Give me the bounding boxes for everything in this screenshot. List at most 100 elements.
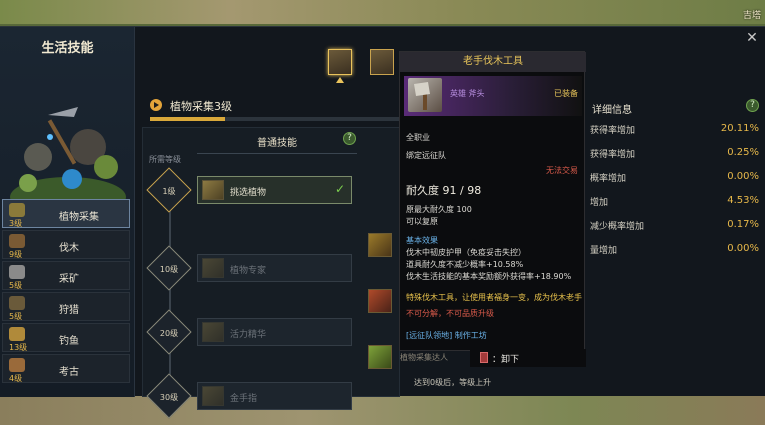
detail-label: 概率增加 [590, 174, 627, 184]
equipped-badge: 已装备 [554, 89, 578, 98]
detail-value: 4.53% [727, 195, 759, 206]
skill-node[interactable]: 活力精华 [197, 318, 352, 346]
skill-icon [202, 258, 224, 278]
hidden-skill-name: 植物采集达人 [400, 353, 448, 362]
skills-sidebar: 生活技能 3级 植物采集 9级 伐木 5级 采矿 5级 狩猎 13级 钓鱼 4级 考古 [0, 27, 135, 397]
unload-hint[interactable]: ：卸下 [470, 349, 586, 367]
hidden-skill-column [364, 227, 394, 397]
trade-status: 无法交易 [546, 166, 578, 175]
skill-node[interactable]: 植物专家 [197, 254, 352, 282]
skill-level: 5级 [9, 281, 23, 290]
sidebar-item-label: 植物采集 [59, 212, 99, 223]
detail-label: 减少概率增加 [590, 222, 645, 232]
detail-value: 0.17% [727, 219, 759, 230]
detail-row: 概率增加 0.00% [584, 167, 765, 189]
detail-title: 详细信息 [592, 105, 632, 116]
skill-node[interactable]: 金手指 [197, 382, 352, 410]
skill-node[interactable]: 挑选植物 ✓ [197, 176, 352, 204]
sidebar-item[interactable]: 5级 狩猎 [2, 292, 130, 321]
detail-label: 获得率增加 [590, 150, 636, 160]
help-icon[interactable]: ? [343, 132, 356, 145]
skill-name: 活力精华 [230, 330, 267, 340]
skill-level: 4级 [9, 374, 23, 383]
level-up-note: 达到0级后，等级上升 [414, 378, 492, 387]
skill-icon[interactable] [368, 233, 392, 257]
shovel-icon [9, 358, 25, 372]
detail-label: 获得率增加 [590, 126, 636, 136]
basic-effect-title: 基本效果 [406, 236, 438, 245]
skill-name: 挑选植物 [230, 188, 267, 198]
effect-line: 道具耐久度不减少概率+10.58% [406, 260, 524, 269]
detail-value: 0.00% [727, 171, 759, 182]
fishing-icon [9, 327, 25, 341]
selected-indicator [336, 77, 344, 83]
sidebar-title: 生活技能 [41, 41, 94, 56]
location-label: 吉塔 [742, 11, 761, 21]
skill-level: 3级 [9, 219, 23, 228]
detail-row: 减少概率增加 0.17% [584, 215, 765, 237]
sidebar-item-label: 伐木 [59, 243, 79, 254]
level-requirement: 1级 [162, 187, 176, 196]
detail-value: 0.00% [727, 243, 759, 254]
section-header: 植物采集3级 [150, 97, 400, 115]
world-bottom-strip [0, 393, 765, 425]
unload-label: ：卸下 [492, 355, 520, 365]
detail-row: 获得率增加 0.25% [584, 143, 765, 165]
life-skills-window: ✕ 生活技能 3级 植物采集 9级 伐木 5级 采矿 5级 狩猎 13级 钓鱼 4级 考古 植物采集3… [0, 26, 765, 419]
play-icon [150, 99, 162, 111]
skill-name: 金手指 [230, 394, 258, 404]
level-requirement: 30级 [159, 393, 179, 402]
max-durability: 原最大耐久度 100 [406, 205, 472, 214]
sidebar-item-label: 钓鱼 [59, 336, 79, 347]
skill-icon[interactable] [368, 289, 392, 313]
xp-progress-fill [150, 117, 225, 121]
sidebar-item-label: 狩猎 [59, 305, 79, 316]
sidebar-item[interactable]: 4级 考古 [2, 354, 130, 383]
skill-level: 13级 [9, 343, 28, 352]
skill-icon [202, 322, 224, 342]
skill-name: 植物专家 [230, 266, 267, 276]
close-icon[interactable]: ✕ [745, 31, 759, 45]
world-top-strip [0, 0, 765, 24]
level-requirement: 10级 [159, 265, 179, 274]
sidebar-item[interactable]: 3级 植物采集 [2, 199, 130, 228]
key-icon [480, 352, 488, 363]
skill-level: 9级 [9, 250, 23, 259]
sidebar-item[interactable]: 9级 伐木 [2, 230, 130, 259]
gathering-artwork [10, 107, 126, 217]
axe-tool-icon[interactable] [370, 49, 394, 75]
sidebar-item[interactable]: 13级 钓鱼 [2, 323, 130, 352]
bind-status: 绑定远征队 [406, 151, 446, 160]
flower-icon [9, 203, 25, 217]
skill-tree-area: 植物采集3级 普通技能 ? 所需等级 1级 挑选植物 ✓ 10级 植物专家 20级 活力精华… [138, 27, 400, 419]
skill-level: 5级 [9, 312, 23, 321]
gathering-tool-icon[interactable] [328, 49, 352, 75]
detail-label: 增加 [590, 198, 609, 208]
class-requirement: 全职业 [406, 133, 430, 142]
durability: 耐久度 91 / 98 [406, 184, 482, 197]
help-icon[interactable]: ? [746, 99, 759, 112]
axe-icon [408, 78, 442, 112]
required-level-label: 所需等级 [149, 155, 181, 164]
item-description: 特殊伐木工具，让使用者福身一变，成为伐木老手 [406, 293, 582, 302]
sidebar-item-label: 采矿 [59, 274, 79, 285]
detail-row: 量增加 0.00% [584, 239, 765, 261]
skill-icon [202, 386, 224, 406]
detail-value: 20.11% [720, 123, 759, 134]
item-tooltip: 老手伐木工具 英雄 斧头 已装备 全职业 绑定远征队 无法交易 耐久度 91 /… [399, 51, 586, 351]
item-type: 英雄 斧头 [450, 89, 485, 98]
xp-progress-bar [150, 117, 400, 121]
detail-label: 量增加 [590, 246, 618, 256]
detail-info-panel: 详细信息 ? 获得率增加 20.11% 获得率增加 0.25% 概率增加 0.00% 增加 4… [584, 95, 765, 275]
detail-row: 获得率增加 20.11% [584, 119, 765, 141]
bow-icon [9, 296, 25, 310]
effect-line: 伐木中韧皮护甲（免疫妥击失控） [406, 248, 526, 257]
section-title: 植物采集3级 [170, 100, 232, 113]
log-icon [9, 234, 25, 248]
sidebar-item[interactable]: 5级 采矿 [2, 261, 130, 290]
tab-normal-skills[interactable]: 普通技能 [197, 134, 357, 154]
craft-source: [远征队领地] 制作工坊 [406, 331, 487, 340]
check-icon: ✓ [334, 182, 345, 196]
item-name: 老手伐木工具 [400, 52, 586, 72]
skill-icon[interactable] [368, 345, 392, 369]
